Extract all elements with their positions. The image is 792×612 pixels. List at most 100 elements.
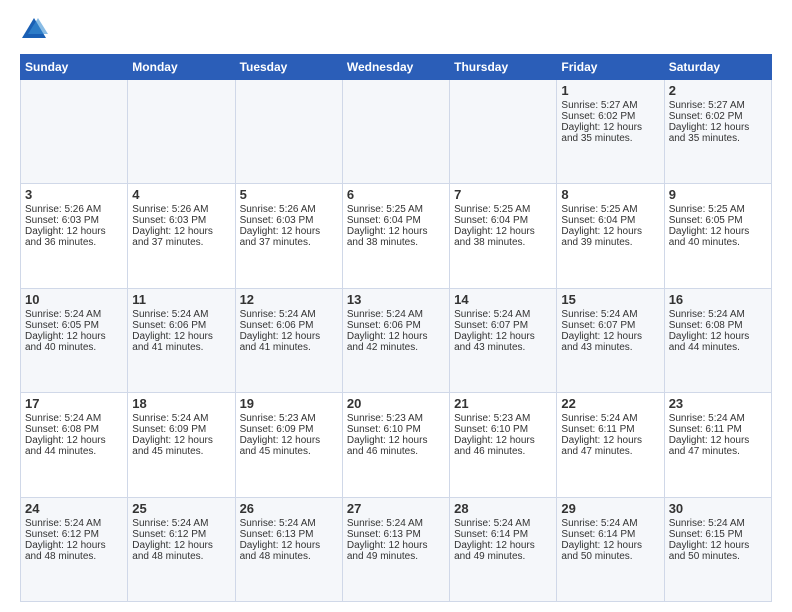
cell-content-line: Sunset: 6:05 PM — [669, 215, 767, 226]
cell-content-line: Daylight: 12 hours and 41 minutes. — [132, 331, 230, 353]
calendar-cell: 2Sunrise: 5:27 AMSunset: 6:02 PMDaylight… — [664, 80, 771, 184]
cell-content-line: Sunrise: 5:24 AM — [669, 413, 767, 424]
cell-content-line: Sunset: 6:13 PM — [240, 529, 338, 540]
calendar-cell: 16Sunrise: 5:24 AMSunset: 6:08 PMDayligh… — [664, 288, 771, 392]
cell-content-line: Daylight: 12 hours and 46 minutes. — [454, 435, 552, 457]
calendar-week-3: 10 Sunrise: 5:24 AM Sunset: 6:05 PM Dayligh… — [21, 288, 772, 392]
cell-content-line: Sunrise: 5:24 AM — [240, 518, 338, 529]
calendar-cell: 28Sunrise: 5:24 AMSunset: 6:14 PMDayligh… — [450, 497, 557, 601]
weekday-header-friday: Friday — [557, 55, 664, 80]
cell-content-line: Sunrise: 5:25 AM — [561, 204, 659, 215]
calendar-cell — [450, 80, 557, 184]
calendar-week-1: 1Sunrise: 5:27 AMSunset: 6:02 PMDaylight… — [21, 80, 772, 184]
cell-content-line: Sunset: 6:06 PM — [240, 320, 338, 331]
calendar-cell — [235, 80, 342, 184]
cell-content-line: Sunset: 6:03 PM — [25, 215, 123, 226]
cell-content-line: Sunset: 6:14 PM — [454, 529, 552, 540]
cell-content-line: Daylight: 12 hours and 46 minutes. — [347, 435, 445, 457]
calendar-cell: 5Sunrise: 5:26 AMSunset: 6:03 PMDaylight… — [235, 184, 342, 288]
day-number: 6 — [347, 187, 445, 202]
cell-content-line: Sunrise: 5:24 AM — [132, 518, 230, 529]
weekday-header-sunday: Sunday — [21, 55, 128, 80]
calendar-cell — [128, 80, 235, 184]
day-number: 26 — [240, 501, 338, 516]
logo-icon — [20, 16, 48, 44]
day-number: 19 — [240, 396, 338, 411]
cell-content-line: Sunset: 6:05 PM — [25, 320, 123, 331]
day-number: 23 — [669, 396, 767, 411]
cell-content-line: Sunset: 6:07 PM — [561, 320, 659, 331]
cell-content-line: Sunset: 6:04 PM — [561, 215, 659, 226]
cell-content-line: Sunrise: 5:24 AM — [561, 309, 659, 320]
cell-content-line: Daylight: 12 hours and 39 minutes. — [561, 226, 659, 248]
day-number: 4 — [132, 187, 230, 202]
cell-content-line: Sunrise: 5:24 AM — [454, 309, 552, 320]
cell-content-line: Daylight: 12 hours and 42 minutes. — [347, 331, 445, 353]
calendar-cell — [21, 80, 128, 184]
cell-content-line: Sunset: 6:08 PM — [25, 424, 123, 435]
calendar-cell: 14Sunrise: 5:24 AMSunset: 6:07 PMDayligh… — [450, 288, 557, 392]
cell-content-line: Sunset: 6:10 PM — [454, 424, 552, 435]
cell-content-line: Sunrise: 5:27 AM — [669, 100, 767, 111]
cell-content-line: Daylight: 12 hours and 44 minutes. — [669, 331, 767, 353]
weekday-header-monday: Monday — [128, 55, 235, 80]
cell-content-line: Daylight: 12 hours and 43 minutes. — [454, 331, 552, 353]
cell-content-line: Sunrise: 5:24 AM — [347, 518, 445, 529]
calendar-cell: 10Sunrise: 5:24 AMSunset: 6:05 PMDayligh… — [21, 288, 128, 392]
cell-content-line: Daylight: 12 hours and 48 minutes. — [240, 540, 338, 562]
calendar-week-2: 3Sunrise: 5:26 AMSunset: 6:03 PMDaylight… — [21, 184, 772, 288]
calendar-cell: 19 Sunrise: 5:23 AMSunset: 6:09 PMDayligh… — [235, 393, 342, 497]
cell-content-line: Sunrise: 5:24 AM — [561, 518, 659, 529]
calendar-cell: 8 Sunrise: 5:25 AMSunset: 6:04 PMDaylight… — [557, 184, 664, 288]
cell-content-line: Daylight: 12 hours and 41 minutes. — [240, 331, 338, 353]
calendar-cell: 13Sunrise: 5:24 AMSunset: 6:06 PMDayligh… — [342, 288, 449, 392]
cell-content-line: Sunset: 6:03 PM — [240, 215, 338, 226]
cell-content-line: Daylight: 12 hours and 50 minutes. — [669, 540, 767, 562]
calendar-cell: 21Sunrise: 5:23 AMSunset: 6:10 PMDayligh… — [450, 393, 557, 497]
cell-content-line: Sunset: 6:12 PM — [25, 529, 123, 540]
calendar-cell: 6Sunrise: 5:25 AMSunset: 6:04 PMDaylight… — [342, 184, 449, 288]
cell-content-line: Sunset: 6:09 PM — [240, 424, 338, 435]
day-number: 22 — [561, 396, 659, 411]
cell-content-line: Sunrise: 5:24 AM — [25, 413, 123, 424]
calendar-table: SundayMondayTuesdayWednesdayThursdayFrid… — [20, 54, 772, 602]
cell-content-line: Sunset: 6:14 PM — [561, 529, 659, 540]
day-number: 9 — [669, 187, 767, 202]
cell-content-line: Sunrise: 5:24 AM — [132, 413, 230, 424]
cell-content-line: Sunrise: 5:23 AM — [240, 413, 338, 424]
calendar-header: SundayMondayTuesdayWednesdayThursdayFrid… — [21, 55, 772, 80]
day-number: 25 — [132, 501, 230, 516]
day-number: 12 — [240, 292, 338, 307]
cell-content-line: Sunrise: 5:25 AM — [669, 204, 767, 215]
cell-content-line: Sunrise: 5:24 AM — [25, 518, 123, 529]
cell-content-line: Sunrise: 5:27 AM — [561, 100, 659, 111]
day-number: 10 — [25, 292, 123, 307]
cell-content-line: Sunset: 6:02 PM — [561, 111, 659, 122]
cell-content-line: Sunrise: 5:24 AM — [561, 413, 659, 424]
calendar-body: 1Sunrise: 5:27 AMSunset: 6:02 PMDaylight… — [21, 80, 772, 602]
cell-content-line: Daylight: 12 hours and 38 minutes. — [347, 226, 445, 248]
cell-content-line: Sunset: 6:11 PM — [561, 424, 659, 435]
cell-content-line: Sunset: 6:09 PM — [132, 424, 230, 435]
day-number: 1 — [561, 83, 659, 98]
cell-content-line: Sunrise: 5:24 AM — [240, 309, 338, 320]
cell-content-line: Daylight: 12 hours and 40 minutes. — [669, 226, 767, 248]
cell-content-line: Daylight: 12 hours and 45 minutes. — [240, 435, 338, 457]
weekday-header-row: SundayMondayTuesdayWednesdayThursdayFrid… — [21, 55, 772, 80]
day-number: 3 — [25, 187, 123, 202]
cell-content-line: Sunset: 6:06 PM — [347, 320, 445, 331]
cell-content-line: Sunrise: 5:25 AM — [347, 204, 445, 215]
cell-content-line: Daylight: 12 hours and 37 minutes. — [240, 226, 338, 248]
cell-content-line: Daylight: 12 hours and 43 minutes. — [561, 331, 659, 353]
cell-content-line: Daylight: 12 hours and 47 minutes. — [669, 435, 767, 457]
day-number: 30 — [669, 501, 767, 516]
cell-content-line: Sunrise: 5:24 AM — [454, 518, 552, 529]
calendar-cell: 15Sunrise: 5:24 AMSunset: 6:07 PMDayligh… — [557, 288, 664, 392]
cell-content-line: Sunset: 6:04 PM — [454, 215, 552, 226]
calendar-cell — [342, 80, 449, 184]
calendar-cell: 11Sunrise: 5:24 AMSunset: 6:06 PMDayligh… — [128, 288, 235, 392]
weekday-header-thursday: Thursday — [450, 55, 557, 80]
day-number: 8 — [561, 187, 659, 202]
calendar-cell: 20Sunrise: 5:23 AMSunset: 6:10 PMDayligh… — [342, 393, 449, 497]
cell-content-line: Sunset: 6:08 PM — [669, 320, 767, 331]
